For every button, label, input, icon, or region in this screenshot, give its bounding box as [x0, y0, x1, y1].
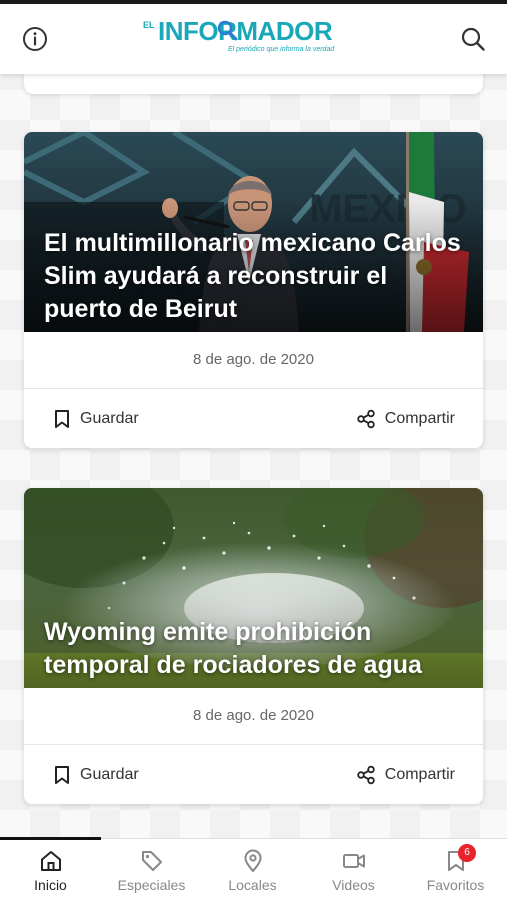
app-header: EL INFORMADOR El periódico que informa l…	[0, 4, 507, 74]
article-title[interactable]: El multimillonario mexicano Carlos Slim …	[44, 227, 471, 326]
article-image[interactable]: MEXICO El multimillonario mexicano Carlo…	[24, 132, 483, 332]
article-date: 8 de ago. de 2020	[24, 688, 483, 745]
share-button[interactable]: Compartir	[356, 408, 455, 430]
save-button[interactable]: Guardar	[53, 408, 139, 430]
search-button[interactable]	[459, 25, 487, 53]
search-icon	[461, 27, 485, 51]
logo-name: INFORMADOR	[158, 16, 333, 46]
share-button[interactable]: Compartir	[356, 764, 455, 786]
tag-icon	[141, 851, 162, 871]
save-label: Guardar	[80, 410, 139, 427]
article-card[interactable]: MEXICO El multimillonario mexicano Carlo…	[24, 132, 483, 448]
nav-label: Videos	[332, 877, 375, 893]
nav-label: Locales	[228, 877, 277, 893]
bookmark-icon	[55, 410, 69, 428]
nav-label: Inicio	[34, 877, 67, 893]
info-icon	[23, 27, 47, 51]
share-label: Compartir	[384, 410, 455, 427]
brand-logo[interactable]: EL INFORMADOR El periódico que informa l…	[143, 16, 363, 64]
share-icon	[357, 409, 375, 429]
share-icon	[357, 765, 375, 785]
logo-tagline: El periódico que informa la verdad	[228, 46, 335, 53]
nav-item-locales[interactable]: Locales	[202, 839, 303, 901]
logo-prefix: EL	[143, 20, 155, 30]
video-camera-icon	[342, 854, 365, 868]
location-pin-icon	[244, 849, 261, 872]
nav-item-inicio[interactable]: Inicio	[0, 839, 101, 901]
nav-item-favoritos[interactable]: 6 Favoritos	[404, 839, 507, 901]
save-label: Guardar	[80, 766, 139, 783]
article-date: 8 de ago. de 2020	[24, 332, 483, 389]
nav-label: Especiales	[117, 877, 186, 893]
article-actions: Guardar Compartir	[24, 745, 483, 804]
article-card[interactable]: Wyoming emite prohibición temporal de ro…	[24, 488, 483, 804]
notification-badge: 6	[458, 844, 476, 862]
info-button[interactable]	[21, 25, 49, 53]
bottom-navigation: Inicio Especiales Locales Videos 6 Favor…	[0, 837, 507, 901]
article-image[interactable]: Wyoming emite prohibición temporal de ro…	[24, 488, 483, 688]
save-button[interactable]: Guardar	[53, 764, 139, 786]
nav-label: Favoritos	[426, 877, 485, 893]
home-icon	[40, 851, 61, 871]
magnifier-logo-icon	[217, 20, 238, 41]
article-title[interactable]: Wyoming emite prohibición temporal de ro…	[44, 616, 471, 682]
bookmark-icon	[55, 766, 69, 784]
share-label: Compartir	[384, 766, 455, 783]
nav-item-especiales[interactable]: Especiales	[101, 839, 202, 901]
article-actions: Guardar Compartir	[24, 389, 483, 448]
nav-item-videos[interactable]: Videos	[303, 839, 404, 901]
